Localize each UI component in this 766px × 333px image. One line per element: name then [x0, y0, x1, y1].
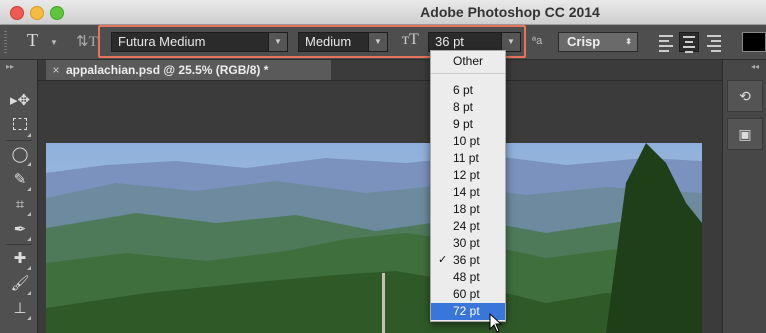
menu-item-font-size[interactable]: 30 pt [431, 235, 505, 252]
text-color-swatch[interactable] [742, 32, 766, 52]
font-size-icon: тT [402, 31, 419, 48]
options-bar-grip[interactable] [4, 31, 7, 53]
menu-item-font-size[interactable]: 11 pt [431, 150, 505, 167]
history-panel-icon[interactable]: ⟲ [727, 80, 763, 112]
menu-item-font-size[interactable]: 6 pt [431, 82, 505, 99]
menu-item-label: 9 pt [453, 117, 474, 131]
zoom-window-button[interactable] [50, 6, 64, 20]
layer-comps-panel-icon[interactable]: ▣ [727, 118, 763, 150]
quick-selection-tool-icon[interactable]: ✎ [9, 169, 31, 191]
font-family-value: Futura Medium [118, 34, 206, 49]
menu-item-label: 11 pt [453, 151, 479, 165]
menu-item-font-size[interactable]: 60 pt [431, 286, 505, 303]
menu-item-label: 30 pt [453, 236, 480, 250]
lasso-tool-icon[interactable]: ◯ [9, 144, 31, 166]
antialias-select[interactable]: Crisp ⬍ [558, 32, 638, 52]
title-bar: Adobe Photoshop CC 2014 [0, 0, 766, 25]
minimize-window-button[interactable] [30, 6, 44, 20]
tools-panel: ▸▸ ▸✥ ◯ ✎ ⌗ ✒ ✚ 🖌 ⊥ [0, 60, 38, 333]
type-tool-icon[interactable]: T [27, 30, 38, 51]
antialias-value: Crisp [567, 34, 601, 49]
menu-item-label: 14 pt [453, 185, 480, 199]
font-style-value: Medium [305, 34, 352, 49]
align-right-button[interactable] [704, 32, 724, 52]
menu-item-font-size[interactable]: ✓ 36 pt [431, 252, 505, 269]
tool-preset-arrow-icon[interactable]: ▼ [50, 38, 58, 47]
close-window-button[interactable] [10, 6, 24, 20]
menu-item-font-size[interactable]: 24 pt [431, 218, 505, 235]
document-tab-bar: × appalachian.psd @ 25.5% (RGB/8) * [38, 60, 722, 81]
menu-item-label: 60 pt [453, 287, 480, 301]
text-orientation-icon[interactable]: ⇅T [76, 32, 98, 51]
menu-item-font-size[interactable]: 9 pt [431, 116, 505, 133]
checkmark-icon: ✓ [438, 254, 448, 266]
menu-item-font-size[interactable]: 12 pt [431, 167, 505, 184]
chevron-down-icon[interactable]: ▼ [268, 33, 287, 51]
brush-tool-icon[interactable]: 🖌 [9, 273, 31, 295]
collapse-arrows-icon[interactable]: ◂◂ [751, 62, 759, 71]
menu-item-label: 18 pt [453, 202, 480, 216]
menu-item-label: 72 pt [453, 304, 480, 318]
collapse-arrows-icon[interactable]: ▸▸ [6, 62, 14, 71]
align-left-button[interactable] [656, 32, 676, 52]
eyedropper-tool-icon[interactable]: ✒ [9, 219, 31, 241]
menu-item-font-size[interactable]: 10 pt [431, 133, 505, 150]
menu-item-label: 8 pt [453, 100, 474, 114]
menu-item-font-size[interactable]: 48 pt [431, 269, 505, 286]
font-size-value: 36 pt [435, 34, 464, 49]
right-panel-dock: ◂◂ ⟲ ▣ [722, 60, 766, 333]
menu-item-font-size[interactable]: 8 pt [431, 99, 505, 116]
crop-tool-icon[interactable]: ⌗ [9, 194, 31, 216]
menu-separator [431, 73, 505, 74]
document-tab-title: appalachian.psd @ 25.5% (RGB/8) * [66, 63, 269, 77]
menu-item-font-size[interactable]: 18 pt [431, 201, 505, 218]
move-tool-icon[interactable]: ▸✥ [9, 90, 31, 112]
landscape-photo [46, 143, 702, 333]
chevron-down-icon[interactable]: ▼ [501, 33, 520, 51]
font-size-dropdown-menu: Other 6 pt 8 pt 9 pt 10 pt 11 pt 12 pt 14 pt 18… [430, 50, 506, 322]
menu-item-other[interactable]: Other [431, 53, 505, 70]
mouse-cursor-icon [489, 313, 503, 333]
menu-item-label: 48 pt [453, 270, 480, 284]
font-style-select[interactable]: Medium ▼ [298, 32, 388, 52]
font-size-select[interactable]: 36 pt ▼ [428, 32, 521, 52]
menu-item-label: 12 pt [453, 168, 480, 182]
close-tab-icon[interactable]: × [46, 60, 66, 80]
updown-arrows-icon: ⬍ [625, 37, 632, 46]
marquee-tool-icon[interactable] [9, 115, 31, 137]
align-center-button[interactable] [679, 32, 699, 53]
menu-item-label: 6 pt [453, 83, 474, 97]
window-title: Adobe Photoshop CC 2014 [420, 4, 600, 20]
antialias-icon: ªa [532, 35, 543, 47]
document-tab[interactable]: × appalachian.psd @ 25.5% (RGB/8) * [46, 60, 331, 80]
menu-item-font-size[interactable]: 14 pt [431, 184, 505, 201]
menu-item-label: 36 pt [453, 253, 480, 267]
menu-item-label: 10 pt [453, 134, 480, 148]
menu-item-label: 24 pt [453, 219, 480, 233]
healing-brush-tool-icon[interactable]: ✚ [9, 248, 31, 270]
document-image[interactable] [46, 143, 702, 333]
clone-stamp-tool-icon[interactable]: ⊥ [9, 298, 31, 320]
font-family-select[interactable]: Futura Medium ▼ [111, 32, 288, 52]
chevron-down-icon[interactable]: ▼ [368, 33, 387, 51]
